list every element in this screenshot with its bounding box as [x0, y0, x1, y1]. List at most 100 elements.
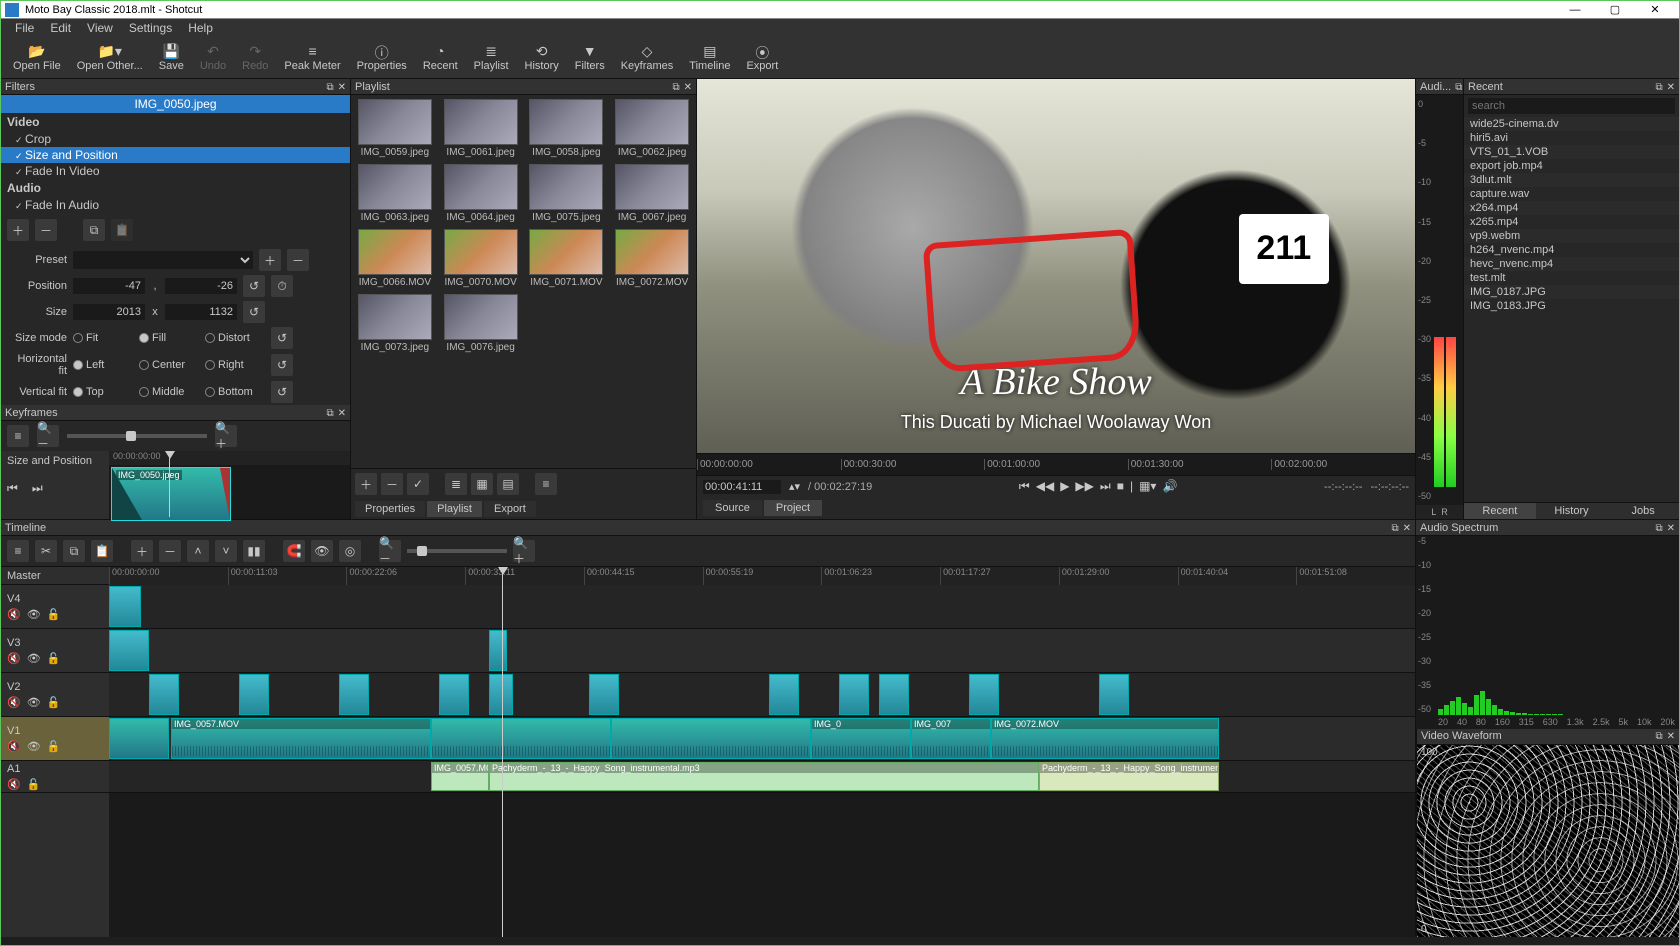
playlist-view-grid-button[interactable]: ▦: [471, 473, 493, 495]
playlist-item[interactable]: IMG_0071.MOV: [527, 229, 607, 288]
tl-cut-button[interactable]: ✂: [35, 540, 57, 562]
size-mode-fit[interactable]: Fit: [73, 332, 133, 344]
panel-close-icon[interactable]: ✕: [1667, 82, 1675, 93]
mute-icon[interactable]: 🔇: [7, 740, 21, 753]
tl-overwrite-button[interactable]: ˅: [215, 540, 237, 562]
lock-icon[interactable]: 🔓: [47, 652, 61, 665]
recent-button[interactable]: ◔Recent: [415, 41, 466, 74]
playlist-view-list-button[interactable]: ≣: [445, 473, 467, 495]
recent-item[interactable]: hevc_nvenc.mp4: [1464, 257, 1679, 271]
playlist-view-detail-button[interactable]: ▤: [497, 473, 519, 495]
clip[interactable]: IMG_0072.MOV: [991, 718, 1219, 759]
clip[interactable]: IMG_007: [911, 718, 991, 759]
preview-ruler[interactable]: 00:00:00:00 00:00:30:00 00:01:00:00 00:0…: [697, 453, 1415, 475]
grid-button[interactable]: ▦▾: [1139, 479, 1156, 494]
play-button[interactable]: ▶: [1060, 479, 1069, 494]
preview-viewport[interactable]: 211 A Bike Show This Ducati by Michael W…: [697, 79, 1415, 453]
tl-ripple-button[interactable]: ◎: [339, 540, 361, 562]
size-mode-fill[interactable]: Fill: [139, 332, 199, 344]
playlist-remove-button[interactable]: －: [381, 473, 403, 495]
hfit-reset-button[interactable]: ↺: [271, 354, 293, 376]
playlist-item[interactable]: IMG_0076.jpeg: [441, 294, 521, 353]
position-y-input[interactable]: [165, 278, 237, 294]
panel-undock-icon[interactable]: ⧉: [1455, 82, 1462, 93]
lock-icon[interactable]: 🔓: [47, 696, 61, 709]
eye-icon[interactable]: 👁: [27, 652, 41, 665]
mute-icon[interactable]: 🔇: [7, 778, 21, 791]
timecode-input[interactable]: [703, 480, 781, 494]
clip[interactable]: [489, 630, 507, 671]
minimize-button[interactable]: —: [1555, 1, 1595, 19]
vfit-bottom[interactable]: Bottom: [205, 386, 265, 398]
panel-close-icon[interactable]: ✕: [1667, 731, 1675, 742]
filter-fade-in-audio[interactable]: Fade In Audio: [1, 197, 350, 213]
playlist-item[interactable]: IMG_0072.MOV: [612, 229, 692, 288]
kf-prev-button[interactable]: ⏮: [7, 481, 18, 496]
tl-zoom-out-button[interactable]: 🔍－: [379, 540, 401, 562]
tl-lift-button[interactable]: ˄: [187, 540, 209, 562]
clip[interactable]: [839, 674, 869, 715]
playlist-item[interactable]: IMG_0067.jpeg: [612, 164, 692, 223]
skip-start-button[interactable]: ⏮: [1019, 479, 1030, 494]
playlist-check-button[interactable]: ✓: [407, 473, 429, 495]
clip[interactable]: [879, 674, 909, 715]
playlist-item[interactable]: IMG_0066.MOV: [355, 229, 435, 288]
recent-item[interactable]: wide25-cinema.dv: [1464, 117, 1679, 131]
panel-undock-icon[interactable]: ⧉: [326, 82, 333, 93]
clip[interactable]: [431, 718, 611, 759]
panel-undock-icon[interactable]: ⧉: [1655, 523, 1662, 534]
recent-item[interactable]: hiri5.avi: [1464, 131, 1679, 145]
copy-filter-button[interactable]: ⧉: [83, 219, 105, 241]
clip[interactable]: [109, 630, 149, 671]
clip-audio[interactable]: IMG_0057.MO: [431, 762, 489, 791]
clip[interactable]: [589, 674, 619, 715]
fast-forward-button[interactable]: ▶▶: [1075, 479, 1093, 494]
clip[interactable]: [339, 674, 369, 715]
lock-icon[interactable]: 🔓: [27, 778, 41, 791]
hfit-left[interactable]: Left: [73, 359, 133, 371]
kf-menu-button[interactable]: ≡: [7, 425, 29, 447]
timeline-playhead[interactable]: [502, 567, 503, 937]
menu-help[interactable]: Help: [180, 21, 221, 35]
clip-audio[interactable]: Pachyderm_-_13_-_Happy_Song_instrumental…: [1039, 762, 1219, 791]
recent-search-input[interactable]: [1468, 98, 1675, 114]
tl-zoom-slider[interactable]: [407, 549, 507, 553]
clip[interactable]: [969, 674, 999, 715]
keyframes-button[interactable]: ◇Keyframes: [613, 41, 682, 74]
mute-icon[interactable]: 🔇: [7, 608, 21, 621]
tab-export[interactable]: Export: [484, 501, 536, 517]
clip[interactable]: [439, 674, 469, 715]
tl-append-button[interactable]: ＋: [131, 540, 153, 562]
playlist-add-button[interactable]: ＋: [355, 473, 377, 495]
preset-remove-button[interactable]: －: [287, 249, 309, 271]
panel-close-icon[interactable]: ✕: [1403, 523, 1411, 534]
tab-project[interactable]: Project: [764, 500, 822, 516]
filter-crop[interactable]: Crop: [1, 131, 350, 147]
open-other--button[interactable]: 📁▾Open Other...: [69, 41, 151, 74]
filter-fade-in-video[interactable]: Fade In Video: [1, 163, 350, 179]
tl-menu-button[interactable]: ≡: [7, 540, 29, 562]
recent-item[interactable]: capture.wav: [1464, 187, 1679, 201]
playlist-item[interactable]: IMG_0075.jpeg: [527, 164, 607, 223]
eye-icon[interactable]: 👁: [27, 696, 41, 709]
playlist-item[interactable]: IMG_0061.jpeg: [441, 99, 521, 158]
panel-close-icon[interactable]: ✕: [684, 82, 692, 93]
panel-close-icon[interactable]: ✕: [1667, 523, 1675, 534]
recent-item[interactable]: 3dlut.mlt: [1464, 173, 1679, 187]
lock-icon[interactable]: 🔓: [47, 740, 61, 753]
timecode-spinner[interactable]: ▴▾: [789, 480, 800, 493]
tl-split-button[interactable]: ▮▮: [243, 540, 265, 562]
kf-clip[interactable]: IMG_0050.jpeg: [111, 467, 231, 521]
playlist-item[interactable]: IMG_0058.jpeg: [527, 99, 607, 158]
clip[interactable]: [109, 586, 141, 627]
clip[interactable]: [149, 674, 179, 715]
history-button[interactable]: ⟲History: [517, 41, 567, 74]
track-head-a1[interactable]: A1🔇🔓: [1, 761, 109, 793]
undo-button[interactable]: ↶Undo: [192, 41, 234, 74]
filter-size-position[interactable]: Size and Position: [1, 147, 350, 163]
playlist-button[interactable]: ≣Playlist: [466, 41, 517, 74]
tl-remove-button[interactable]: －: [159, 540, 181, 562]
paste-filter-button[interactable]: 📋: [111, 219, 133, 241]
track-head-v2[interactable]: V2🔇👁🔓: [1, 673, 109, 717]
panel-close-icon[interactable]: ✕: [338, 408, 346, 419]
